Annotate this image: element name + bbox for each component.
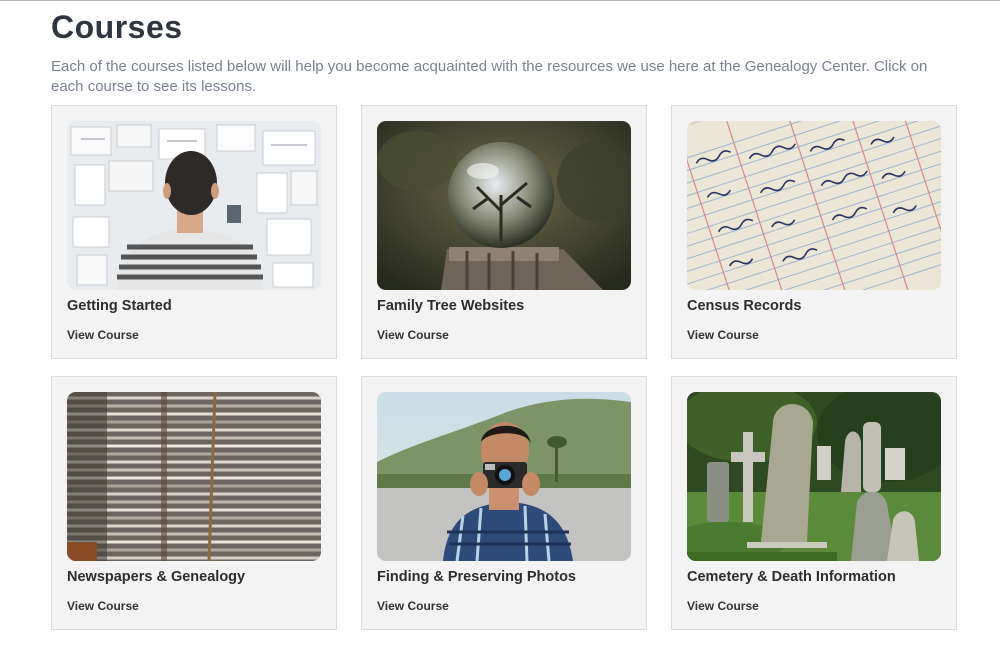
course-image[interactable] (377, 121, 631, 290)
course-grid: Getting Started View Course Family Tree … (51, 105, 957, 630)
course-title[interactable]: Family Tree Websites (377, 298, 524, 314)
course-image[interactable] (377, 392, 631, 561)
person-viewing-wall-of-notes-photo (67, 121, 321, 290)
handwritten-ledger-photo (687, 121, 941, 290)
course-card-census-records[interactable]: Census Records View Course (671, 105, 957, 359)
course-card-family-tree-websites[interactable]: Family Tree Websites View Course (361, 105, 647, 359)
view-course-link[interactable]: View Course (377, 328, 449, 342)
course-title[interactable]: Cemetery & Death Information (687, 569, 896, 585)
course-image[interactable] (67, 121, 321, 290)
photographer-with-camera-photo (377, 392, 631, 561)
view-course-link[interactable]: View Course (377, 599, 449, 613)
course-card-getting-started[interactable]: Getting Started View Course (51, 105, 337, 359)
page-intro: Each of the courses listed below will he… (51, 58, 928, 95)
course-card-finding-preserving-photos[interactable]: Finding & Preserving Photos View Course (361, 376, 647, 630)
view-course-link[interactable]: View Course (687, 328, 759, 342)
view-course-link[interactable]: View Course (687, 599, 759, 613)
course-card-cemetery-death-information[interactable]: Cemetery & Death Information View Course (671, 376, 957, 630)
course-title[interactable]: Finding & Preserving Photos (377, 569, 576, 585)
stacked-newspapers-photo (67, 392, 321, 561)
view-course-link[interactable]: View Course (67, 599, 139, 613)
course-title[interactable]: Census Records (687, 298, 801, 314)
course-image[interactable] (687, 392, 941, 561)
crystal-ball-on-stump-photo (377, 121, 631, 290)
page-title: Courses (51, 9, 183, 45)
old-gravestones-photo (687, 392, 941, 561)
course-title[interactable]: Newspapers & Genealogy (67, 569, 245, 585)
view-course-link[interactable]: View Course (67, 328, 139, 342)
course-title[interactable]: Getting Started (67, 298, 172, 314)
course-image[interactable] (67, 392, 321, 561)
course-card-newspapers-genealogy[interactable]: Newspapers & Genealogy View Course (51, 376, 337, 630)
course-image[interactable] (687, 121, 941, 290)
